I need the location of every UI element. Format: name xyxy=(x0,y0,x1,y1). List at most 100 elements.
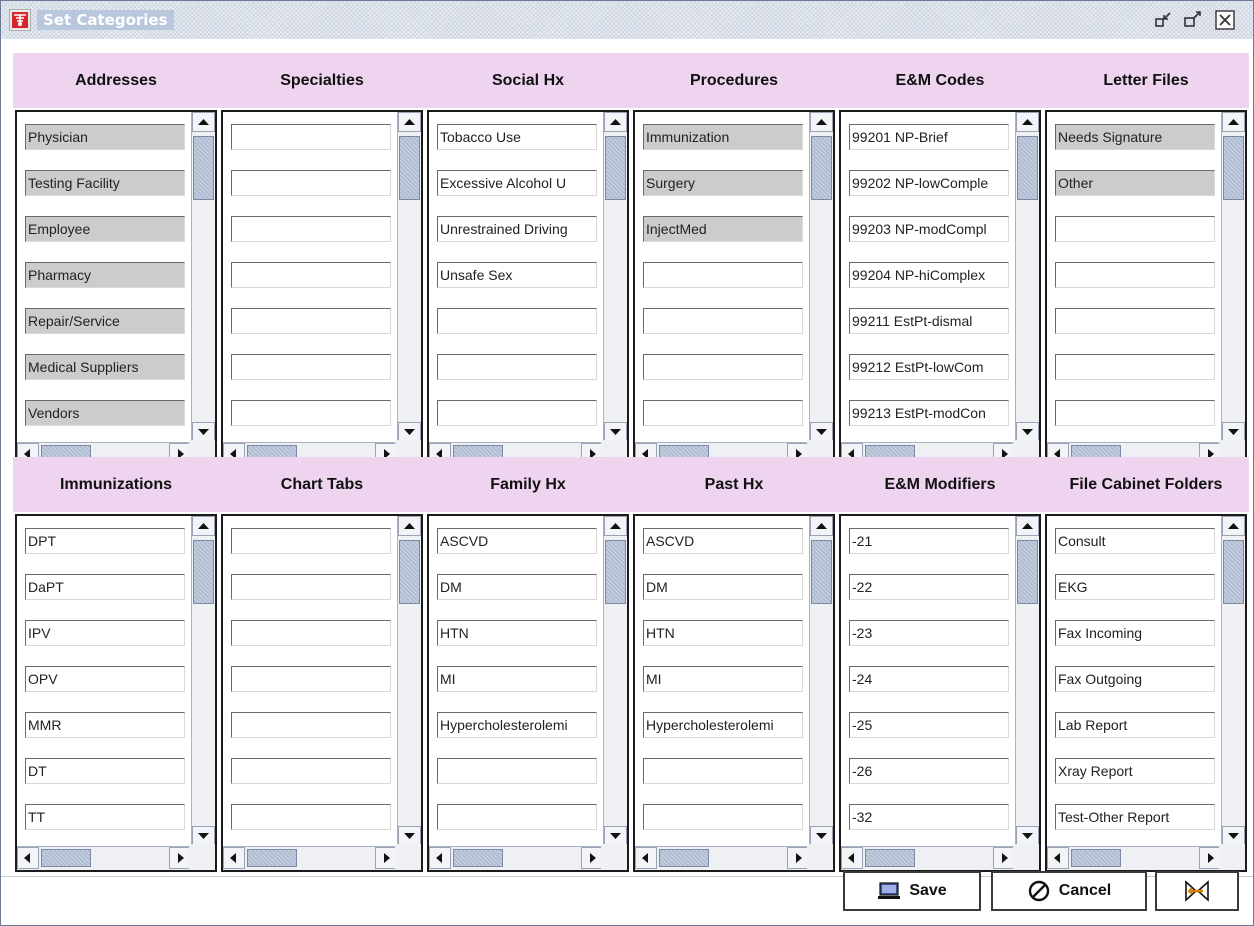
category-field[interactable] xyxy=(231,758,391,784)
category-field[interactable]: Unsafe Sex xyxy=(437,262,597,288)
vertical-scrollbar[interactable] xyxy=(191,112,215,442)
category-field[interactable] xyxy=(231,216,391,242)
category-field[interactable]: DaPT xyxy=(25,574,185,600)
category-field[interactable]: -26 xyxy=(849,758,1009,784)
category-field[interactable] xyxy=(231,574,391,600)
category-field[interactable]: Other xyxy=(1055,170,1215,196)
maximize-icon[interactable] xyxy=(1181,9,1205,31)
vertical-scrollbar[interactable] xyxy=(603,112,627,442)
vertical-scroll-thumb[interactable] xyxy=(811,540,832,604)
category-field[interactable]: Physician xyxy=(25,124,185,150)
vertical-scroll-thumb[interactable] xyxy=(193,540,214,604)
vertical-scrollbar[interactable] xyxy=(809,112,833,442)
vertical-scroll-thumb[interactable] xyxy=(605,136,626,200)
category-field[interactable] xyxy=(231,354,391,380)
scroll-up-icon[interactable] xyxy=(604,112,627,132)
category-field[interactable] xyxy=(437,804,597,830)
category-field[interactable] xyxy=(1055,308,1215,334)
category-field[interactable]: Pharmacy xyxy=(25,262,185,288)
scroll-left-icon[interactable] xyxy=(429,847,451,869)
category-field[interactable] xyxy=(643,804,803,830)
category-field[interactable]: -24 xyxy=(849,666,1009,692)
category-field[interactable]: Medical Suppliers xyxy=(25,354,185,380)
category-field[interactable] xyxy=(643,262,803,288)
category-field[interactable]: -32 xyxy=(849,804,1009,830)
category-list[interactable] xyxy=(221,110,423,468)
vertical-scroll-thumb[interactable] xyxy=(193,136,214,200)
category-field[interactable]: -21 xyxy=(849,528,1009,554)
close-icon[interactable] xyxy=(1213,9,1237,31)
category-field[interactable] xyxy=(437,354,597,380)
scroll-left-icon[interactable] xyxy=(635,847,657,869)
category-field[interactable] xyxy=(437,400,597,426)
category-field[interactable] xyxy=(231,124,391,150)
category-field[interactable]: Tobacco Use xyxy=(437,124,597,150)
scroll-up-icon[interactable] xyxy=(1222,516,1245,536)
horizontal-scroll-thumb[interactable] xyxy=(1071,849,1121,867)
category-field[interactable]: HTN xyxy=(437,620,597,646)
scroll-down-icon[interactable] xyxy=(398,826,421,846)
category-list[interactable]: Needs Signature Other xyxy=(1045,110,1247,468)
category-field[interactable] xyxy=(437,308,597,334)
category-field[interactable] xyxy=(231,712,391,738)
vertical-scrollbar[interactable] xyxy=(1015,516,1039,846)
category-field[interactable] xyxy=(437,758,597,784)
vertical-scroll-thumb[interactable] xyxy=(399,136,420,200)
category-field[interactable]: MI xyxy=(643,666,803,692)
category-field[interactable]: MMR xyxy=(25,712,185,738)
scroll-down-icon[interactable] xyxy=(192,422,215,442)
scroll-down-icon[interactable] xyxy=(1016,422,1039,442)
category-field[interactable] xyxy=(231,666,391,692)
scroll-left-icon[interactable] xyxy=(223,847,245,869)
horizontal-scroll-thumb[interactable] xyxy=(247,849,297,867)
scroll-down-icon[interactable] xyxy=(1016,826,1039,846)
exit-button[interactable] xyxy=(1155,871,1239,911)
category-field[interactable]: IPV xyxy=(25,620,185,646)
vertical-scrollbar[interactable] xyxy=(1015,112,1039,442)
category-list[interactable]: 99201 NP-Brief 99202 NP-lowComple 99203 NP… xyxy=(839,110,1041,468)
vertical-scrollbar[interactable] xyxy=(603,516,627,846)
scroll-right-icon[interactable] xyxy=(1199,847,1221,869)
category-field[interactable]: DM xyxy=(437,574,597,600)
category-field[interactable] xyxy=(231,400,391,426)
category-field[interactable]: Excessive Alcohol U xyxy=(437,170,597,196)
category-field[interactable]: Testing Facility xyxy=(25,170,185,196)
scroll-left-icon[interactable] xyxy=(1047,847,1069,869)
scroll-up-icon[interactable] xyxy=(810,112,833,132)
category-field[interactable]: 99203 NP-modCompl xyxy=(849,216,1009,242)
category-field[interactable]: DM xyxy=(643,574,803,600)
scroll-up-icon[interactable] xyxy=(604,516,627,536)
category-field[interactable] xyxy=(643,400,803,426)
category-field[interactable]: -23 xyxy=(849,620,1009,646)
horizontal-scroll-thumb[interactable] xyxy=(41,849,91,867)
horizontal-scrollbar[interactable] xyxy=(429,846,603,870)
category-field[interactable]: 99202 NP-lowComple xyxy=(849,170,1009,196)
category-field[interactable]: MI xyxy=(437,666,597,692)
vertical-scrollbar[interactable] xyxy=(397,112,421,442)
scroll-right-icon[interactable] xyxy=(581,847,603,869)
scroll-down-icon[interactable] xyxy=(192,826,215,846)
title-bar[interactable]: Set Categories xyxy=(1,1,1253,39)
horizontal-scroll-thumb[interactable] xyxy=(865,849,915,867)
category-field[interactable] xyxy=(231,262,391,288)
category-field[interactable]: 99201 NP-Brief xyxy=(849,124,1009,150)
category-field[interactable] xyxy=(1055,354,1215,380)
category-field[interactable]: Surgery xyxy=(643,170,803,196)
scroll-down-icon[interactable] xyxy=(1222,826,1245,846)
category-field[interactable]: Vendors xyxy=(25,400,185,426)
vertical-scroll-thumb[interactable] xyxy=(1223,136,1244,200)
scroll-up-icon[interactable] xyxy=(398,112,421,132)
vertical-scrollbar[interactable] xyxy=(191,516,215,846)
category-field[interactable]: Employee xyxy=(25,216,185,242)
vertical-scrollbar[interactable] xyxy=(1221,112,1245,442)
vertical-scrollbar[interactable] xyxy=(809,516,833,846)
category-field[interactable]: ASCVD xyxy=(437,528,597,554)
category-field[interactable]: Consult xyxy=(1055,528,1215,554)
save-button[interactable]: Save xyxy=(843,871,981,911)
vertical-scroll-thumb[interactable] xyxy=(1017,136,1038,200)
horizontal-scrollbar[interactable] xyxy=(223,846,397,870)
horizontal-scroll-thumb[interactable] xyxy=(659,849,709,867)
category-field[interactable]: Fax Outgoing xyxy=(1055,666,1215,692)
category-field[interactable] xyxy=(1055,400,1215,426)
scroll-right-icon[interactable] xyxy=(787,847,809,869)
